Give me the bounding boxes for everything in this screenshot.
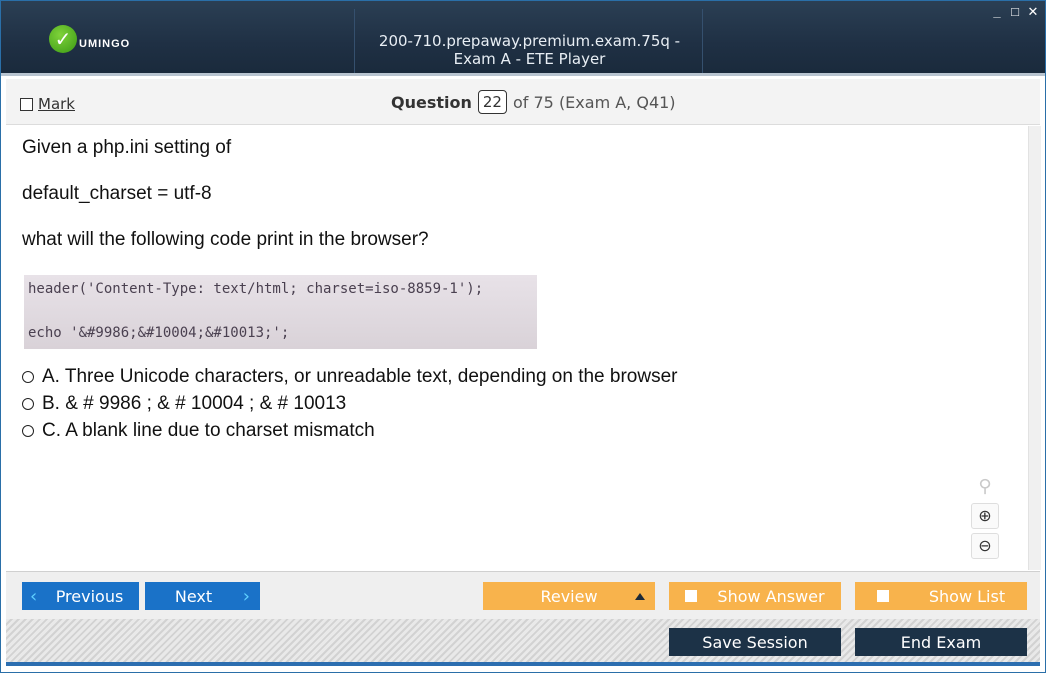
question-text-line: default_charset = utf-8	[22, 183, 212, 204]
end-exam-button[interactable]: End Exam	[855, 628, 1027, 656]
review-label[interactable]: Review	[540, 587, 597, 606]
bottom-bar: Save Session End Exam	[6, 619, 1040, 666]
title-bar: ✓ UMINGO 200-710.prepaway.premium.exam.7…	[1, 1, 1045, 76]
question-number-indicator: Question 22 of 75 (Exam A, Q41)	[391, 90, 676, 114]
radio-button[interactable]	[22, 398, 34, 410]
code-line: header('Content-Type: text/html; charset…	[28, 281, 484, 297]
navigation-bar: ‹ Previous Next › Review Show Answer Sho…	[6, 571, 1040, 619]
window-title: 200-710.prepaway.premium.exam.75q - Exam…	[378, 32, 681, 68]
maximize-icon[interactable]: □	[1009, 5, 1021, 19]
code-image: header('Content-Type: text/html; charset…	[24, 275, 537, 349]
checkbox-icon[interactable]	[20, 97, 33, 111]
title-separator	[702, 9, 703, 73]
question-number-input[interactable]: 22	[477, 90, 507, 114]
previous-button[interactable]: ‹ Previous	[22, 582, 139, 610]
triangle-up-icon[interactable]	[635, 593, 645, 600]
code-line: echo '&#9986;&#10004;&#10013;';	[28, 325, 290, 341]
answer-option-b[interactable]: B. & # 9986 ; & # 10004 ; & # 10013	[22, 393, 346, 415]
magnifier-icon[interactable]: ⚲	[971, 473, 999, 499]
zoom-out-icon[interactable]: ⊖	[971, 533, 999, 559]
question-content: Given a php.ini setting of default_chars…	[6, 126, 1028, 570]
answer-text[interactable]: B. & # 9986 ; & # 10004 ; & # 10013	[42, 393, 346, 415]
vumingo-logo: ✓ UMINGO	[49, 25, 130, 53]
answer-option-c[interactable]: C. A blank line due to charset mismatch	[22, 420, 375, 442]
title-separator	[354, 9, 355, 73]
chevron-left-icon: ‹	[30, 585, 38, 607]
vertical-scrollbar[interactable]	[1028, 126, 1041, 570]
radio-button[interactable]	[22, 425, 34, 437]
show-list-button[interactable]: Show List	[855, 582, 1027, 610]
question-text-line: Given a php.ini setting of	[22, 137, 232, 158]
zoom-in-icon[interactable]: ⊕	[971, 503, 999, 529]
question-text-line: what will the following code print in th…	[22, 229, 429, 250]
zoom-tools: ⚲ ⊕ ⊖	[971, 473, 1003, 563]
checkmark-logo-icon: ✓	[49, 25, 77, 53]
mark-label[interactable]: Mark	[38, 95, 75, 113]
ete-player-window: ✓ UMINGO 200-710.prepaway.premium.exam.7…	[0, 0, 1046, 673]
question-label: Question	[391, 92, 472, 112]
answer-text[interactable]: A. Three Unicode characters, or unreadab…	[42, 366, 677, 388]
minimize-icon[interactable]: _	[991, 5, 1003, 19]
previous-label[interactable]: Previous	[56, 587, 124, 606]
answer-text[interactable]: C. A blank line due to charset mismatch	[42, 420, 375, 442]
answer-option-a[interactable]: A. Three Unicode characters, or unreadab…	[22, 366, 677, 388]
chevron-right-icon: ›	[242, 585, 250, 607]
close-icon[interactable]: ✕	[1027, 5, 1039, 19]
checkbox-icon[interactable]	[876, 590, 889, 602]
save-session-button[interactable]: Save Session	[669, 628, 841, 656]
next-button[interactable]: Next ›	[145, 582, 260, 610]
mark-checkbox[interactable]: Mark	[20, 95, 75, 113]
review-button[interactable]: Review	[483, 582, 655, 610]
show-answer-label[interactable]: Show Answer	[717, 587, 824, 606]
question-header: Mark Question 22 of 75 (Exam A, Q41)	[6, 79, 1040, 125]
logo-text: UMINGO	[79, 38, 131, 50]
next-label[interactable]: Next	[175, 587, 212, 606]
show-list-label[interactable]: Show List	[929, 587, 1005, 606]
question-count: of 75 (Exam A, Q41)	[512, 92, 676, 112]
radio-button[interactable]	[22, 371, 34, 383]
checkbox-icon[interactable]	[685, 590, 698, 602]
show-answer-button[interactable]: Show Answer	[669, 582, 841, 610]
window-controls: _ □ ✕	[991, 5, 1039, 19]
